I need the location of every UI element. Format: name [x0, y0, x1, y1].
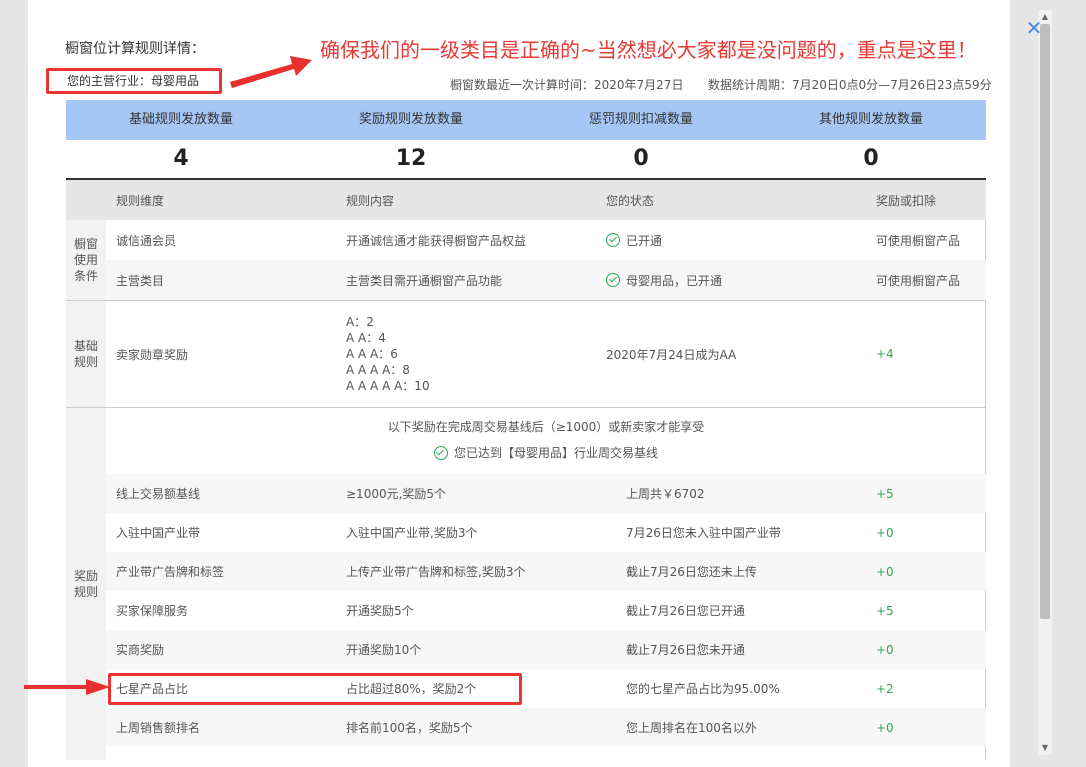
reward-notice: 以下奖励在完成周交易基线后（≥1000）或新卖家才能享受 您已达到【母婴用品】行…: [106, 408, 986, 466]
scroll-down-arrow-icon[interactable]: ▼: [1038, 741, 1052, 755]
row-result: +4: [876, 347, 894, 361]
close-icon[interactable]: ✕: [1024, 18, 1044, 38]
summary-value-other: 0: [863, 146, 879, 171]
scrollbar[interactable]: ▲ ▼: [1038, 10, 1052, 755]
row-content: ≥1000元,奖励5个: [346, 487, 447, 501]
row-status: 截止7月26日您已开通: [626, 604, 745, 618]
col-result: 奖励或扣除: [876, 193, 937, 208]
summary-value-basic: 4: [173, 146, 189, 171]
group-reward-rules: 奖励 规则: [66, 408, 106, 760]
table-row: 线上交易额基线 ≥1000元,奖励5个 上周共￥6702 +5: [106, 474, 986, 513]
table-row: 产业带广告牌和标签 上传产业带广告牌和标签,奖励3个 截止7月26日您还未上传 …: [106, 552, 986, 591]
table-row: 主营类目 主营类目需开通橱窗产品功能 母婴用品，已开通 可使用橱窗产品: [106, 260, 986, 300]
table-row: 入驻中国产业带 入驻中国产业带,奖励3个 7月26日您未入驻中国产业带 +0: [106, 513, 986, 552]
row-levels: A：2 A A：4 A A A：6 A A A A：8 A A A A A：10: [346, 301, 430, 407]
row-result: +0: [876, 642, 894, 657]
summary-value-penalty: 0: [633, 146, 649, 171]
row-content: 排名前100名，奖励5个: [346, 721, 473, 735]
check-circle-icon: [606, 273, 620, 287]
row-status: 7月26日您未入驻中国产业带: [626, 526, 781, 540]
table-header: 规则维度 规则内容 您的状态 奖励或扣除: [66, 180, 986, 220]
highlight-arrow-icon: [24, 679, 110, 695]
industry-value: 母婴用品: [151, 74, 200, 88]
row-result: 可使用橱窗产品: [876, 273, 961, 288]
summary-header-penalty: 惩罚规则扣减数量: [588, 112, 693, 127]
table-row: 诚信通会员 开通诚信通才能获得橱窗产品权益 已开通 可使用橱窗产品: [66, 220, 986, 260]
annotation-arrow-icon: [230, 56, 312, 88]
row-result: +5: [876, 603, 894, 618]
row-status: 2020年7月24日成为AA: [606, 347, 737, 362]
row-status: 已开通: [606, 220, 662, 260]
calc-time: 橱窗数最近一次计算时间：2020年7月27日: [450, 78, 684, 92]
table-row: 买家保障服务 开通奖励5个 截止7月26日您已开通 +5: [106, 591, 986, 630]
row-content: 入驻中国产业带,奖励3个: [346, 526, 478, 540]
group-label: 规则: [73, 585, 98, 599]
row-content: 开通奖励5个: [346, 604, 414, 618]
row-result: +5: [876, 486, 894, 501]
summary-header-reward: 奖励规则发放数量: [358, 112, 463, 127]
row-result: +0: [876, 564, 894, 579]
row-result: +0: [876, 525, 894, 540]
row-dimension: 买家保障服务: [116, 604, 189, 618]
row-content: 开通奖励10个: [346, 643, 422, 657]
table-row: 卖家勋章奖励 A：2 A A：4 A A A：6 A A A A：8 A A A…: [66, 301, 986, 407]
level-item: A：2: [346, 315, 374, 329]
row-result: 可使用橱窗产品: [876, 233, 961, 248]
summary-values: 4 12 0 0: [66, 140, 986, 180]
row-dimension: 主营类目: [116, 273, 165, 288]
annotation-text: 确保我们的一级类目是正确的~当然想必大家都是没问题的，重点是这里！: [320, 38, 977, 62]
notice-text: 您已达到【母婴用品】行业周交易基线: [453, 446, 658, 460]
col-content: 规则内容: [346, 193, 395, 208]
row-dimension: 线上交易额基线: [116, 487, 201, 501]
level-item: A A A A：8: [346, 363, 410, 377]
row-content: 开通诚信通才能获得橱窗产品权益: [346, 233, 527, 248]
highlight-box: [108, 673, 522, 705]
check-circle-icon: [606, 233, 620, 247]
main-industry-box: 您的主营行业：母婴用品: [46, 68, 222, 94]
summary-header-basic: 基础规则发放数量: [128, 112, 233, 127]
row-dimension: 上周销售额排名: [116, 721, 201, 735]
row-dimension: 产业带广告牌和标签: [116, 565, 225, 579]
summary-value-reward: 12: [395, 146, 427, 171]
status-text: 母婴用品，已开通: [626, 273, 723, 288]
summary-header-other: 其他规则发放数量: [818, 112, 923, 127]
row-dimension: 诚信通会员: [116, 233, 177, 248]
row-content: 主营类目需开通橱窗产品功能: [346, 273, 503, 288]
row-status: 截止7月26日您还未上传: [626, 565, 757, 579]
row-status: 母婴用品，已开通: [606, 260, 722, 300]
group-label: 奖励: [73, 569, 98, 583]
col-status: 您的状态: [606, 193, 655, 208]
status-text: 已开通: [626, 233, 663, 248]
notice-baseline: 您已达到【母婴用品】行业周交易基线: [106, 440, 986, 466]
notice-line: 以下奖励在完成周交易基线后（≥1000）或新卖家才能享受: [387, 420, 705, 434]
level-item: A A：4: [346, 331, 386, 345]
row-dimension: 实商奖励: [116, 643, 165, 657]
row-dimension: 入驻中国产业带: [116, 526, 201, 540]
row-status: 截止7月26日您未开通: [626, 643, 745, 657]
row-content: 上传产业带广告牌和标签,奖励3个: [346, 565, 526, 579]
row-status: 您的七星产品占比为95.00%: [626, 682, 780, 696]
summary-header: 基础规则发放数量 奖励规则发放数量 惩罚规则扣减数量 其他规则发放数量: [66, 100, 986, 140]
group-label: 条件: [73, 269, 98, 283]
check-circle-icon: [433, 446, 448, 460]
row-status: 您上周排名在100名以外: [626, 721, 757, 735]
level-item: A A A：6: [346, 347, 398, 361]
industry-label: 您的主营行业：: [67, 74, 152, 88]
summary-panel: 基础规则发放数量 奖励规则发放数量 惩罚规则扣减数量 其他规则发放数量 4 12…: [66, 100, 986, 180]
row-result: +2: [876, 681, 894, 696]
col-dimension: 规则维度: [116, 193, 165, 208]
row-dimension: 卖家勋章奖励: [116, 347, 189, 362]
scroll-thumb[interactable]: [1040, 24, 1050, 619]
row-status: 上周共￥6702: [626, 487, 705, 501]
stat-period: 数据统计周期：7月20日0点0分—7月26日23点59分: [708, 78, 992, 92]
modal-title: 橱窗位计算规则详情：: [65, 41, 205, 57]
table-row: 上周销售额排名 排名前100名，奖励5个 您上周排名在100名以外 +0: [106, 708, 986, 747]
level-item: A A A A A：10: [346, 379, 430, 393]
row-result: +0: [876, 720, 894, 735]
table-row: 实商奖励 开通奖励10个 截止7月26日您未开通 +0: [106, 630, 986, 669]
